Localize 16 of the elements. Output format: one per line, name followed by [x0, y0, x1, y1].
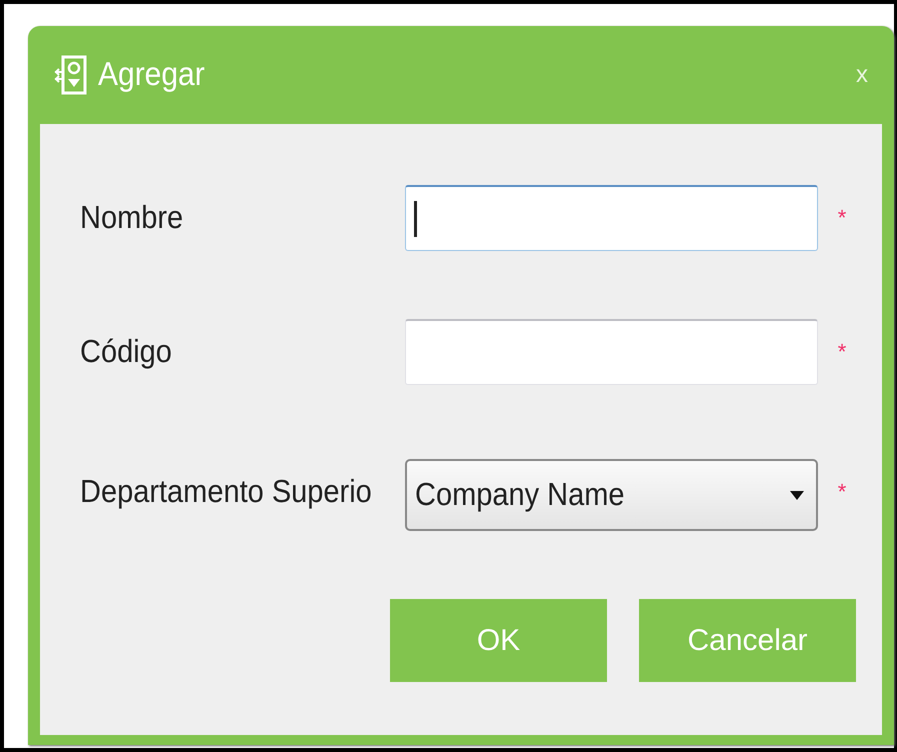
text-cursor — [414, 200, 417, 236]
required-mark: * — [838, 205, 846, 231]
cancel-button[interactable]: Cancelar — [639, 599, 856, 682]
close-button[interactable]: x — [848, 61, 876, 89]
required-mark: * — [838, 479, 846, 505]
field-label: Departamento Superio — [80, 474, 372, 510]
document-arrows-icon — [54, 55, 88, 95]
ok-button[interactable]: OK — [390, 599, 607, 682]
field-label: Nombre — [80, 200, 184, 236]
dropdown[interactable]: Company Name — [405, 459, 818, 531]
required-mark: * — [838, 339, 846, 365]
input-field[interactable] — [405, 185, 818, 251]
field-label: Código — [80, 334, 172, 370]
dialog-title: Agregar — [98, 56, 206, 94]
input-field[interactable] — [405, 319, 818, 385]
caret-icon — [790, 490, 804, 500]
